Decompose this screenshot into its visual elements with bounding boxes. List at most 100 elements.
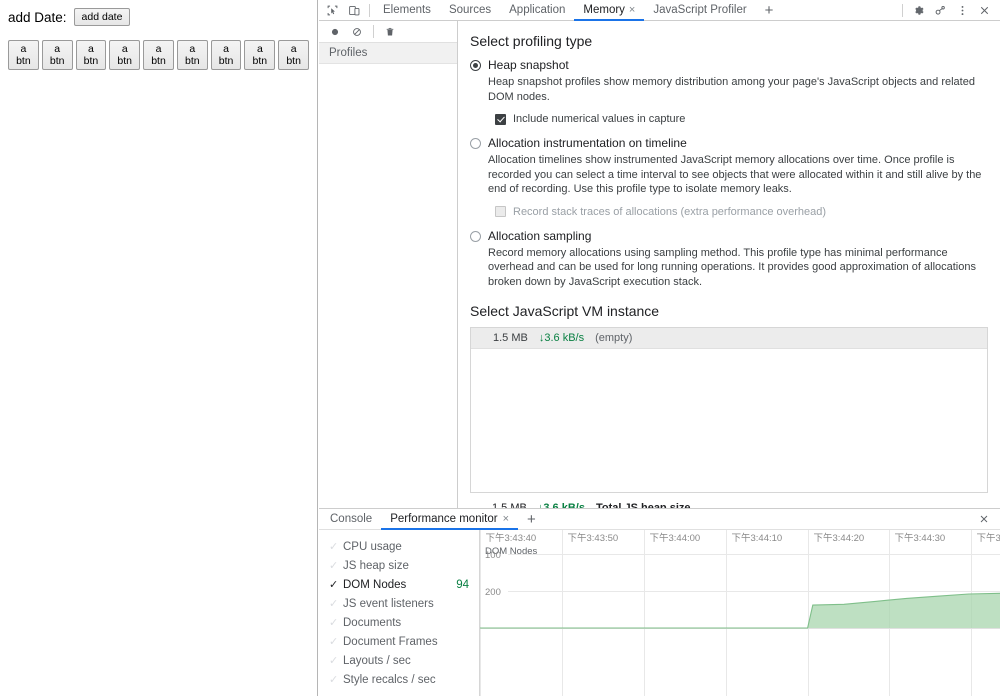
devtools-experiments-icon[interactable]: [929, 1, 951, 20]
vm-instance-title: Select JavaScript VM instance: [470, 303, 660, 319]
add-drawer-tab-icon[interactable]: +: [518, 512, 545, 527]
check-icon: ✓: [329, 636, 339, 648]
a-btn[interactable]: a btn: [278, 40, 310, 70]
profiles-toolbar: [319, 21, 457, 43]
profiling-option-allocation-instrumentation: Allocation instrumentation on timeline A…: [470, 136, 988, 218]
screen: add Date: add date a btn a btn a btn a b…: [0, 0, 1000, 696]
metric-label: Layouts / sec: [343, 655, 411, 667]
option-header[interactable]: Heap snapshot: [470, 58, 988, 72]
option-label: Heap snapshot: [488, 58, 569, 72]
memory-content: Select profiling type Heap snapshot Heap…: [458, 21, 1000, 508]
a-btn-row: a btn a btn a btn a btn a btn a btn a bt…: [8, 40, 310, 70]
metric-layouts-per-sec[interactable]: ✓ Layouts / sec: [319, 652, 479, 671]
a-btn[interactable]: a btn: [109, 40, 141, 70]
radio-allocation-sampling[interactable]: [470, 230, 481, 242]
svg-text:下午3:44:40: 下午3:44:40: [977, 532, 1000, 544]
tab-label: Memory: [583, 4, 625, 16]
a-btn[interactable]: a btn: [176, 40, 208, 70]
checkbox-include-numerical-values[interactable]: Include numerical values in capture: [495, 113, 988, 125]
metric-dom-nodes[interactable]: ✓ DOM Nodes 94: [319, 576, 479, 595]
svg-text:下午3:44:20: 下午3:44:20: [814, 532, 865, 544]
profiling-option-allocation-sampling: Allocation sampling Record memory alloca…: [470, 229, 988, 290]
close-icon[interactable]: ×: [503, 513, 509, 525]
metric-label: Style recalcs / sec: [343, 674, 436, 686]
tab-label: Console: [330, 513, 373, 525]
svg-text:100: 100: [485, 550, 501, 561]
drawer-tabbar: Console Performance monitor × +: [319, 509, 1000, 530]
vm-instance-list[interactable]: 1.5 MB ↓3.6 kB/s (empty): [470, 327, 988, 493]
tab-sources[interactable]: Sources: [440, 0, 500, 21]
close-icon[interactable]: ×: [629, 4, 635, 16]
drawer-toolbar-right: [973, 510, 998, 529]
radio-heap-snapshot[interactable]: [470, 60, 481, 71]
option-header[interactable]: Allocation sampling: [470, 229, 988, 243]
add-tab-icon[interactable]: +: [756, 3, 783, 18]
tab-label: Performance monitor: [390, 513, 498, 525]
a-btn[interactable]: a btn: [143, 40, 174, 70]
option-description: Record memory allocations using sampling…: [488, 246, 976, 288]
toolbar-divider: [902, 3, 903, 17]
a-btn[interactable]: a btn: [41, 40, 73, 70]
tab-label: Elements: [383, 4, 431, 16]
metric-label: CPU usage: [343, 541, 402, 553]
clear-icon[interactable]: [347, 22, 367, 42]
device-toolbar-icon[interactable]: [343, 1, 365, 20]
inspect-element-icon[interactable]: [321, 1, 343, 20]
metric-style-recalcs-per-sec[interactable]: ✓ Style recalcs / sec: [319, 671, 479, 690]
devtools-tabbar: Elements Sources Application Memory × Ja…: [319, 0, 1000, 21]
add-date-row: add Date: add date: [8, 8, 309, 26]
svg-text:下午3:43:40: 下午3:43:40: [486, 532, 537, 544]
checkbox-label: Record stack traces of allocations (extr…: [513, 205, 827, 218]
metric-label: Document Frames: [343, 636, 438, 648]
check-icon: ✓: [329, 617, 339, 629]
close-drawer-icon[interactable]: [973, 510, 995, 529]
delete-icon[interactable]: [380, 22, 400, 42]
check-icon: ✓: [329, 655, 339, 667]
metric-js-heap-size[interactable]: ✓ JS heap size: [319, 557, 479, 576]
drawer-tab-console[interactable]: Console: [321, 509, 381, 530]
svg-text:下午3:44:30: 下午3:44:30: [895, 532, 946, 544]
metric-label: Documents: [343, 617, 402, 629]
radio-allocation-instrumentation[interactable]: [470, 138, 481, 149]
a-btn[interactable]: a btn: [244, 40, 276, 70]
drawer-tab-performance-monitor[interactable]: Performance monitor ×: [381, 509, 518, 530]
performance-chart[interactable]: 下午3:43:40 下午3:43:50 下午3:44:00 下午3:44:10 下午3:…: [480, 530, 1000, 696]
add-date-button[interactable]: add date: [73, 8, 131, 26]
svg-text:下午3:43:50: 下午3:43:50: [568, 532, 619, 544]
check-icon: ✓: [329, 598, 339, 610]
a-btn[interactable]: a btn: [210, 40, 242, 70]
record-icon[interactable]: [325, 22, 345, 42]
check-icon: ✓: [329, 674, 339, 686]
metric-documents[interactable]: ✓ Documents: [319, 614, 479, 633]
tab-application[interactable]: Application: [500, 0, 574, 21]
web-page-pane: add Date: add date a btn a btn a btn a b…: [0, 0, 318, 696]
metric-value: 94: [456, 579, 469, 591]
devtools-panel: Elements Sources Application Memory × Ja…: [319, 0, 1000, 696]
checkbox-record-stack-traces: Record stack traces of allocations (extr…: [495, 206, 988, 218]
metric-js-event-listeners[interactable]: ✓ JS event listeners: [319, 595, 479, 614]
memory-panel-body: Profiles Select profiling type Heap snap…: [319, 21, 1000, 508]
tab-javascript-profiler[interactable]: JavaScript Profiler: [644, 0, 755, 21]
close-devtools-icon[interactable]: [973, 1, 995, 20]
profiling-option-heap-snapshot: Heap snapshot Heap snapshot profiles sho…: [470, 58, 988, 125]
check-icon: ✓: [329, 541, 339, 553]
settings-gear-icon[interactable]: [907, 1, 929, 20]
tab-memory[interactable]: Memory ×: [574, 0, 645, 21]
metric-label: JS event listeners: [343, 598, 434, 610]
vm-instance-row[interactable]: 1.5 MB ↓3.6 kB/s (empty): [471, 328, 987, 349]
profiles-header: Profiles: [319, 43, 457, 64]
tab-label: Sources: [448, 4, 492, 16]
more-options-icon[interactable]: [951, 1, 973, 20]
a-btn[interactable]: a btn: [75, 40, 107, 70]
option-description: Allocation timelines show instrumented J…: [488, 154, 982, 195]
metric-cpu-usage[interactable]: ✓ CPU usage: [319, 538, 479, 557]
checkbox-box[interactable]: [495, 113, 506, 125]
option-header[interactable]: Allocation instrumentation on timeline: [470, 136, 988, 150]
a-btn[interactable]: a btn: [8, 40, 39, 70]
metric-label: DOM Nodes: [343, 579, 407, 591]
tab-elements[interactable]: Elements: [374, 0, 440, 21]
profiles-list[interactable]: [319, 64, 457, 508]
add-date-label: add Date:: [8, 9, 67, 25]
metric-document-frames[interactable]: ✓ Document Frames: [319, 633, 479, 652]
option-label: Allocation sampling: [488, 228, 592, 243]
